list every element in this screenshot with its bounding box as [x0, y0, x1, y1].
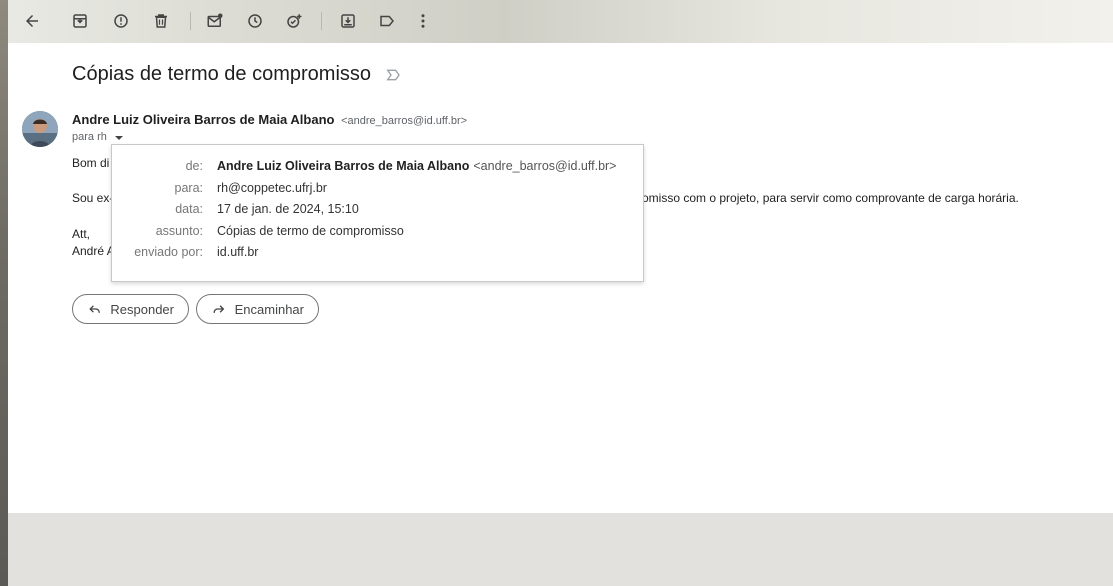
details-mailedby-value: id.uff.br [217, 245, 259, 259]
label-icon[interactable] [376, 10, 398, 32]
recipients-summary: para rh [72, 131, 107, 143]
back-icon[interactable] [21, 10, 43, 32]
sender-email: <andre_barros@id.uff.br> [341, 115, 468, 127]
archive-icon[interactable] [69, 10, 91, 32]
body-signature: André A [72, 244, 115, 258]
reply-label: Responder [110, 301, 174, 317]
recipients-toggle[interactable]: para rh [72, 131, 123, 143]
sender-name[interactable]: Andre Luiz Oliveira Barros de Maia Alban… [72, 112, 334, 127]
mark-unread-icon[interactable] [204, 10, 226, 32]
details-date-value: 17 de jan. de 2024, 15:10 [217, 202, 359, 216]
body-line-start: Sou ex- [72, 191, 114, 205]
forward-icon [213, 305, 225, 313]
more-options-icon[interactable] [412, 10, 434, 32]
details-from-label: de: [185, 159, 203, 173]
avatar[interactable] [22, 111, 58, 147]
details-subject-value: Cópias de termo de compromisso [217, 224, 404, 238]
details-date-row: data: 17 de jan. de 2024, 15:10 [112, 202, 643, 220]
details-subject-row: assunto: Cópias de termo de compromisso [112, 224, 643, 242]
report-spam-icon[interactable] [110, 10, 132, 32]
background-edge [0, 0, 8, 586]
details-mailedby-label: enviado por: [134, 245, 203, 259]
details-from-email: <andre_barros@id.uff.br> [473, 159, 617, 173]
move-to-icon[interactable] [337, 10, 359, 32]
forward-button[interactable]: Encaminhar [196, 294, 319, 324]
details-from-row: de: Andre Luiz Oliveira Barros de Maia A… [112, 159, 643, 177]
details-mailedby-row: enviado por: id.uff.br [112, 245, 643, 263]
body-signoff: Att, [72, 227, 91, 241]
reply-icon [89, 305, 100, 313]
sender-line: Andre Luiz Oliveira Barros de Maia Alban… [72, 112, 467, 127]
message-details-popup: de: Andre Luiz Oliveira Barros de Maia A… [111, 144, 644, 282]
toolbar [8, 0, 1113, 43]
toolbar-separator [190, 12, 191, 30]
details-from-name: Andre Luiz Oliveira Barros de Maia Alban… [217, 159, 470, 173]
details-to-label: para: [174, 181, 204, 195]
forward-label: Encaminhar [234, 301, 304, 317]
details-from-value: Andre Luiz Oliveira Barros de Maia Alban… [217, 159, 616, 173]
reply-button[interactable]: Responder [72, 294, 189, 324]
importance-marker-icon[interactable] [385, 67, 401, 83]
details-to-row: para: rh@coppetec.ufrj.br [112, 181, 643, 199]
details-to-value: rh@coppetec.ufrj.br [217, 181, 327, 195]
toolbar-separator [321, 12, 322, 30]
body-greeting: Bom di [72, 156, 110, 170]
add-task-icon[interactable] [283, 10, 305, 32]
details-date-label: data: [175, 202, 203, 216]
footer-area [8, 513, 1113, 586]
details-subject-label: assunto: [155, 224, 203, 238]
delete-icon[interactable] [150, 10, 172, 32]
email-subject: Cópias de termo de compromisso [72, 63, 372, 85]
chevron-down-icon[interactable] [114, 135, 123, 140]
body-line-end: omisso com o projeto, para servir como c… [642, 191, 1019, 205]
snooze-icon[interactable] [244, 10, 266, 32]
